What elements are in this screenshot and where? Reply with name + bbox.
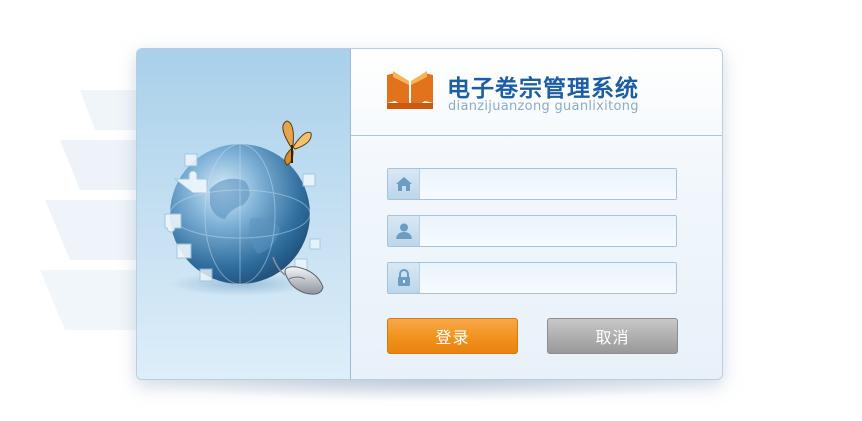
lock-icon xyxy=(388,263,420,293)
password-field xyxy=(387,262,677,294)
cancel-button[interactable]: 取消 xyxy=(547,318,678,354)
puzzle-globe-icon xyxy=(164,120,324,296)
app-title: 电子卷宗管理系统 xyxy=(447,76,639,102)
app-subtitle: dianzijuanzong guanlixitong xyxy=(448,99,639,114)
home-icon xyxy=(388,169,420,199)
password-input[interactable] xyxy=(420,263,676,293)
login-window: 电子卷宗管理系统 dianzijuanzong guanlixitong 登录 … xyxy=(136,48,723,380)
illustration-panel xyxy=(137,49,351,379)
username-field xyxy=(387,168,677,200)
username-input[interactable] xyxy=(420,169,676,199)
brand-header: 电子卷宗管理系统 dianzijuanzong guanlixitong xyxy=(351,49,722,136)
book-logo-icon xyxy=(387,71,433,109)
login-panel: 电子卷宗管理系统 dianzijuanzong guanlixitong 登录 … xyxy=(351,49,722,379)
name-field xyxy=(387,215,677,247)
login-screen: 电子卷宗管理系统 dianzijuanzong guanlixitong 登录 … xyxy=(0,0,862,421)
login-button[interactable]: 登录 xyxy=(387,318,518,354)
user-icon xyxy=(388,216,420,246)
name-input[interactable] xyxy=(420,216,676,246)
